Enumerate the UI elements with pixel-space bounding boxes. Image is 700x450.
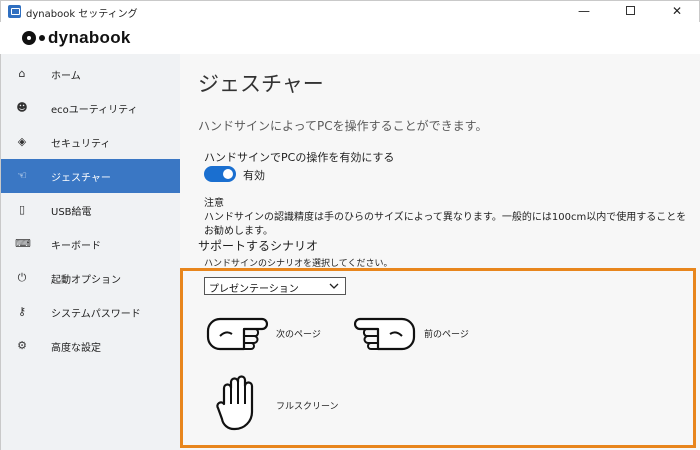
note-title: 注意 — [204, 198, 224, 209]
hand-point-right-icon — [206, 317, 268, 351]
scenario-section-title: サポートするシナリオ — [198, 239, 319, 253]
main-content: ジェスチャー ハンドサインによってPCを操作することができます。 ハンドサインで… — [180, 54, 700, 450]
sidebar-item-usb-power[interactable]: ▯ USB給電 — [1, 193, 181, 227]
hand-gesture-icon: ☜ — [17, 169, 27, 182]
scenario-select[interactable]: プレゼンテーション — [204, 277, 346, 295]
sidebar-item-label: ホーム — [51, 70, 81, 82]
sidebar-item-system-password[interactable]: ⚷ システムパスワード — [1, 295, 181, 329]
gesture-enable-toggle[interactable] — [204, 166, 236, 182]
sidebar-item-boot-options[interactable]: ⏻ 起動オプション — [1, 261, 181, 295]
gesture-label-previous-page: 前のページ — [424, 330, 469, 340]
page-title: ジェスチャー — [198, 72, 324, 96]
toggle-state-label: 有効 — [243, 169, 265, 182]
window-title: dynabook セッティング — [26, 9, 138, 20]
keyboard-icon: ⌨ — [15, 237, 31, 250]
page-description: ハンドサインによってPCを操作することができます。 — [198, 119, 488, 133]
sidebar-item-label: 起動オプション — [51, 274, 121, 286]
window-titlebar: dynabook セッティング — ✕ — [0, 0, 700, 22]
eco-leaf-icon: ☻ — [16, 101, 28, 114]
toggle-knob — [223, 169, 233, 179]
app-header: dynabook — [0, 22, 700, 54]
sidebar-item-security[interactable]: ◈ セキュリティ — [1, 125, 181, 159]
note-text-line-2: お勧めします。 — [204, 226, 273, 237]
hand-point-left-icon — [354, 317, 416, 351]
gesture-label-fullscreen: フルスクリーン — [276, 402, 339, 412]
dynabook-logo: dynabook — [22, 28, 131, 48]
sidebar-item-home[interactable]: ⌂ ホーム — [1, 57, 181, 91]
sidebar-item-label: ジェスチャー — [51, 172, 111, 184]
close-button[interactable]: ✕ — [654, 1, 700, 23]
sidebar-item-keyboard[interactable]: ⌨ キーボード — [1, 227, 181, 261]
scenario-selected-value: プレゼンテーション — [209, 284, 299, 295]
shield-icon: ◈ — [17, 135, 27, 148]
chevron-down-icon — [329, 283, 339, 289]
gesture-toggle-title: ハンドサインでPCの操作を有効にする — [204, 151, 395, 164]
key-icon: ⚷ — [17, 305, 27, 318]
sidebar-item-label: USB給電 — [51, 206, 92, 218]
power-icon: ⏻ — [17, 271, 27, 284]
gear-icon: ⚙ — [17, 339, 27, 352]
sidebar-item-label: セキュリティ — [51, 138, 111, 150]
sidebar-item-label: システムパスワード — [51, 308, 141, 320]
hand-open-palm-icon — [216, 375, 254, 431]
sidebar: ⌂ ホーム ☻ ecoユーティリティ ◈ セキュリティ ☜ ジェスチャー ▯ U… — [0, 54, 181, 450]
logo-text: dynabook — [48, 28, 131, 47]
sidebar-item-label: 高度な設定 — [51, 342, 101, 354]
sidebar-item-label: ecoユーティリティ — [51, 104, 138, 116]
sidebar-item-eco-utility[interactable]: ☻ ecoユーティリティ — [1, 91, 181, 125]
gesture-label-next-page: 次のページ — [276, 330, 321, 340]
maximize-button[interactable] — [607, 1, 653, 23]
logo-mark-icon — [22, 29, 48, 47]
sidebar-item-advanced-settings[interactable]: ⚙ 高度な設定 — [1, 329, 181, 363]
minimize-button[interactable]: — — [561, 1, 607, 23]
app-icon — [8, 5, 21, 18]
usb-icon: ▯ — [18, 203, 26, 216]
maximize-icon — [625, 6, 635, 15]
sidebar-item-gesture[interactable]: ☜ ジェスチャー — [1, 159, 181, 193]
note-text-line-1: ハンドサインの認識精度は手のひらのサイズによって異なります。一般的には100cm… — [204, 212, 687, 223]
home-icon: ⌂ — [18, 67, 26, 80]
sidebar-item-label: キーボード — [51, 240, 101, 252]
